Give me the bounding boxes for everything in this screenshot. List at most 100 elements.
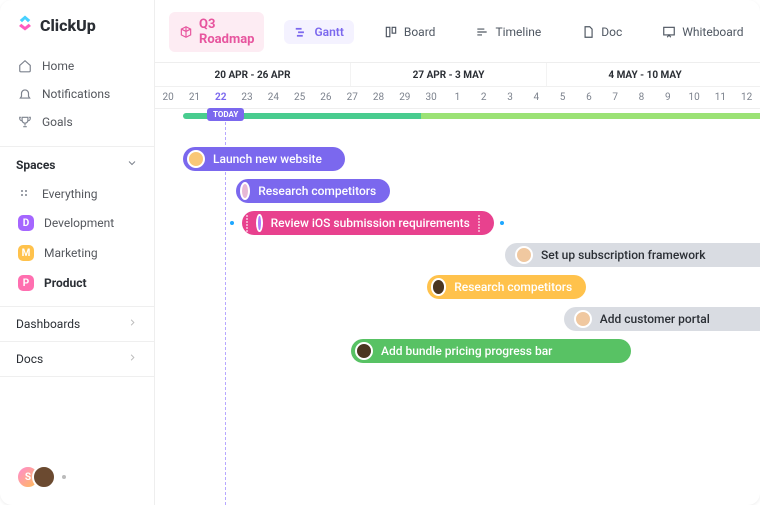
period-cell: 4 MAY - 10 MAY: [547, 63, 743, 86]
day-cell[interactable]: 9: [655, 87, 681, 108]
day-cell[interactable]: 23: [234, 87, 260, 108]
space-swatch: P: [18, 275, 34, 291]
nav-notifications-label: Notifications: [42, 87, 110, 101]
brand-name: ClickUp: [40, 16, 96, 35]
day-cell[interactable]: 25: [286, 87, 312, 108]
task-label: Research competitors: [454, 280, 572, 294]
page-title-chip[interactable]: Q3 Roadmap: [169, 12, 264, 52]
nav-home[interactable]: Home: [0, 52, 154, 80]
nav-dashboards[interactable]: Dashboards: [0, 307, 154, 342]
brand-logo[interactable]: ClickUp: [0, 0, 154, 48]
task-row: Set up subscription framework: [155, 243, 760, 275]
day-cell[interactable]: 8: [628, 87, 654, 108]
drag-grip-icon[interactable]: [246, 216, 248, 230]
day-cell[interactable]: 24: [260, 87, 286, 108]
whiteboard-icon: [662, 25, 676, 39]
drag-grip-icon[interactable]: [478, 216, 480, 230]
period-cell: 20 APR - 26 APR: [155, 63, 351, 86]
logo-icon: [16, 14, 34, 36]
days-header: 2021222324252627282930123456789101112TOD…: [155, 87, 760, 109]
day-cell[interactable]: 21: [181, 87, 207, 108]
space-label: Marketing: [44, 246, 98, 260]
trophy-icon: [18, 115, 32, 129]
day-cell[interactable]: 11: [707, 87, 733, 108]
view-doc[interactable]: Doc: [571, 20, 632, 44]
task-bar[interactable]: Research competitors: [236, 179, 390, 203]
spaces-heading[interactable]: Spaces: [0, 147, 154, 180]
day-cell[interactable]: 28: [365, 87, 391, 108]
nav-docs[interactable]: Docs: [0, 342, 154, 377]
space-item-product[interactable]: P Product: [0, 268, 154, 298]
view-timeline[interactable]: Timeline: [465, 20, 551, 44]
spaces-everything[interactable]: Everything: [0, 180, 154, 208]
day-cell[interactable]: 26: [313, 87, 339, 108]
progress-rail: [183, 113, 760, 119]
presence-more-dot: [62, 475, 66, 479]
day-cell[interactable]: 10: [681, 87, 707, 108]
bell-icon: [18, 87, 32, 101]
presence-avatars[interactable]: S: [16, 465, 66, 489]
nav-goals[interactable]: Goals: [0, 108, 154, 136]
space-swatch: M: [18, 245, 34, 261]
task-label: Review iOS submission requirements: [271, 216, 470, 230]
task-bar[interactable]: Set up subscription framework: [505, 243, 760, 267]
view-gantt[interactable]: Gantt: [284, 20, 353, 44]
task-label: Add bundle pricing progress bar: [381, 344, 552, 358]
day-cell[interactable]: 29: [392, 87, 418, 108]
day-cell[interactable]: 27: [339, 87, 365, 108]
task-row: Add customer portal: [155, 307, 760, 339]
day-cell[interactable]: 7: [602, 87, 628, 108]
avatar: [256, 214, 263, 232]
day-cell[interactable]: 5: [549, 87, 575, 108]
avatar: [574, 310, 592, 328]
space-label: Development: [44, 216, 114, 230]
timeline-icon: [475, 25, 489, 39]
space-item-marketing[interactable]: M Marketing: [0, 238, 154, 268]
task-row: Research competitors: [155, 275, 760, 307]
period-cell: 27 APR - 3 MAY: [351, 63, 547, 86]
task-row: Add bundle pricing progress bar: [155, 339, 760, 371]
day-cell[interactable]: 22: [208, 87, 234, 108]
board-icon: [384, 25, 398, 39]
chevron-right-icon: [127, 317, 138, 331]
space-item-development[interactable]: DDevelopment: [0, 208, 154, 238]
view-whiteboard[interactable]: Whiteboard: [652, 20, 753, 44]
doc-icon: [581, 25, 595, 39]
task-bar[interactable]: Add customer portal: [564, 307, 760, 331]
day-cell[interactable]: 1: [444, 87, 470, 108]
grid-icon: [18, 187, 32, 201]
spaces-everything-label: Everything: [42, 187, 97, 201]
avatar: [32, 465, 56, 489]
cube-icon: [179, 25, 193, 39]
day-cell[interactable]: 2: [471, 87, 497, 108]
home-icon: [18, 59, 32, 73]
avatar: [431, 278, 447, 296]
task-label: Launch new website: [213, 152, 322, 166]
nav-notifications[interactable]: Notifications: [0, 80, 154, 108]
task-bar[interactable]: Add bundle pricing progress bar: [351, 339, 631, 363]
task-label: Add customer portal: [600, 312, 710, 326]
day-cell[interactable]: 20: [155, 87, 181, 108]
dependency-dot[interactable]: [498, 219, 506, 227]
day-cell[interactable]: 30: [418, 87, 444, 108]
avatar: [240, 182, 250, 200]
task-row: Launch new website: [155, 147, 760, 179]
view-board[interactable]: Board: [374, 20, 446, 44]
task-bar[interactable]: Launch new website: [183, 147, 345, 171]
day-cell[interactable]: 12: [734, 87, 760, 108]
dependency-dot[interactable]: [228, 219, 236, 227]
task-row: Review iOS submission requirements: [155, 211, 760, 243]
space-label: Product: [44, 276, 87, 290]
day-cell[interactable]: 4: [523, 87, 549, 108]
period-header: 20 APR - 26 APR27 APR - 3 MAY4 MAY - 10 …: [155, 62, 760, 87]
avatar: [355, 342, 373, 360]
task-label: Research competitors: [258, 184, 376, 198]
nav-goals-label: Goals: [42, 115, 73, 129]
day-cell[interactable]: 3: [497, 87, 523, 108]
task-label: Set up subscription framework: [541, 248, 706, 262]
page-title: Q3 Roadmap: [199, 17, 254, 47]
gantt-icon: [294, 25, 308, 39]
task-bar[interactable]: Review iOS submission requirements: [242, 211, 494, 235]
day-cell[interactable]: 6: [576, 87, 602, 108]
task-bar[interactable]: Research competitors: [427, 275, 587, 299]
